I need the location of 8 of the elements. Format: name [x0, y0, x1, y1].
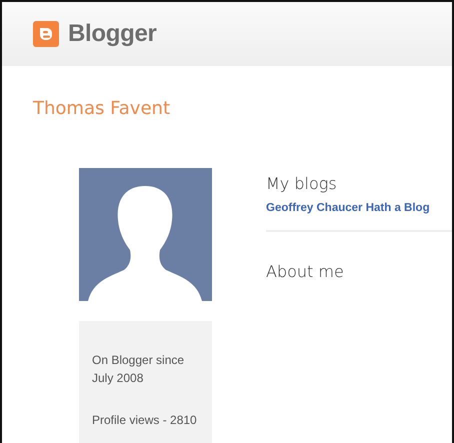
blog-link[interactable]: Geoffrey Chaucer Hath a Blog — [266, 200, 430, 218]
brand-name: Blogger — [68, 19, 157, 49]
profile-views-text: Profile views - 2810 — [92, 412, 198, 429]
profile-name: Thomas Favent — [33, 100, 172, 118]
member-since-text: On Blogger since July 2008 — [92, 352, 186, 387]
section-heading: About me — [266, 262, 345, 282]
blogger-logo-icon — [33, 21, 59, 47]
section-heading: My blogs — [266, 174, 338, 194]
